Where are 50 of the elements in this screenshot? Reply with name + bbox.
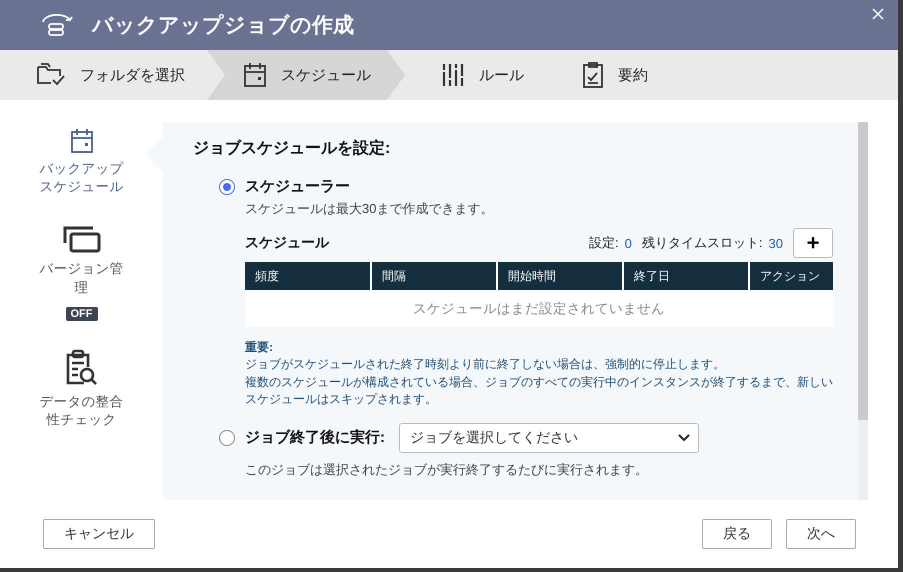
sidebar-item[interactable]: バージョン管理 OFF (40, 224, 124, 321)
step-label: スケジュール (281, 66, 371, 84)
window-title: バックアップジョブの作成 (92, 12, 354, 39)
sidebar-label: バックアップスケジュール (40, 160, 124, 196)
wizard-step[interactable]: 要約 (546, 50, 670, 100)
add-button[interactable]: + (793, 228, 833, 258)
calendar-icon (243, 62, 267, 88)
next-button[interactable]: 次へ (786, 519, 856, 549)
backup-drive-icon (40, 12, 74, 38)
status-badge: OFF (66, 306, 98, 321)
wizard-step[interactable]: フォルダを選択 (0, 50, 207, 100)
important-note: 複数のスケジュールが構成されている場合、ジョブのすべての実行中のインスタンスが終了するまで、新しいスケジュールはスキップされます。 (245, 374, 833, 408)
important-label: 重要: (245, 339, 274, 356)
section-heading: ジョブスケジュールを設定: (193, 138, 392, 159)
step-label: フォルダを選択 (80, 66, 185, 84)
calendar-icon (70, 128, 94, 154)
count-value: 0 (624, 236, 632, 250)
option-note: このジョブは選択されたジョブが実行終了するたびに実行されます。 (245, 460, 649, 479)
cancel-button[interactable]: キャンセル (43, 519, 155, 549)
column-header: 頻度 (254, 268, 280, 284)
sliders-icon (441, 62, 465, 88)
important-note: ジョブがスケジュールされた終了時刻より前に終了しない場合は、強制的に停止します。 (245, 356, 726, 374)
count-value: 30 (768, 236, 783, 250)
scrollbar-thumb[interactable] (858, 122, 868, 420)
scrollbar[interactable] (858, 122, 868, 500)
sidebar-label: データの整合性チェック (40, 392, 124, 430)
job-select[interactable]: ジョブを選択してください (399, 422, 699, 453)
schedule-title: スケジュール (245, 234, 329, 252)
option-note: スケジュールは最大30まで作成できます。 (245, 200, 494, 218)
clipboard-search-icon (64, 348, 100, 387)
radio-button[interactable] (219, 178, 235, 194)
sidebar-item[interactable]: データの整合性チェック (40, 348, 124, 430)
chevron-down-icon (678, 434, 690, 442)
wizard-step[interactable]: ルール (405, 50, 546, 100)
clipboard-list-icon (582, 61, 604, 89)
folder-check-icon (36, 62, 66, 88)
radio-button[interactable] (219, 430, 235, 446)
count-label: 設定: (589, 234, 619, 252)
sidebar-item[interactable]: バックアップスケジュール (40, 128, 124, 196)
option-label: スケジューラー (245, 177, 350, 196)
step-label: ルール (479, 66, 524, 84)
stacked-windows-icon (62, 224, 102, 254)
empty-table-message: スケジュールはまだ設定されていません (245, 290, 833, 327)
wizard-step[interactable]: スケジュール (207, 50, 405, 100)
option-label: ジョブ終了後に実行: (245, 428, 385, 448)
back-button[interactable]: 戻る (702, 519, 772, 549)
close-icon[interactable] (872, 8, 884, 20)
sidebar-label: バージョン管理 (40, 260, 124, 297)
step-label: 要約 (618, 66, 648, 84)
count-label: 残りタイムスロット: (642, 234, 763, 252)
